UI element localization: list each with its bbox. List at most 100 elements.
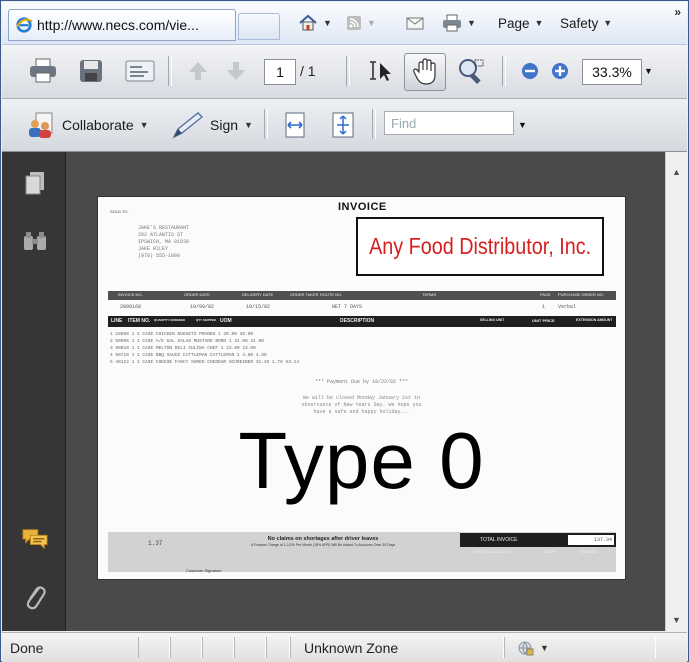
header-label: PURCHASE ORDER NO. xyxy=(558,292,605,297)
attachments-search-button[interactable] xyxy=(22,228,48,254)
comments-icon xyxy=(22,529,48,550)
fit-page-button[interactable] xyxy=(330,111,356,139)
scroll-down-icon[interactable]: ▼ xyxy=(669,612,684,627)
vertical-scrollbar[interactable]: ▲ ▼ xyxy=(665,152,688,631)
column-header: DESCRIPTION xyxy=(340,318,375,324)
shortage-notice: No claims on shortages after driver leav… xyxy=(267,536,379,542)
fit-width-icon xyxy=(285,112,305,138)
invoice-title: INVOICE xyxy=(338,201,387,213)
payment-due: *** Payment Due by 10/22/02 *** xyxy=(314,379,408,385)
zoom-level-input[interactable]: 33.3% xyxy=(582,59,642,85)
find-dropdown-arrow-icon[interactable]: ▼ xyxy=(518,120,527,130)
page-number: 1 xyxy=(542,304,546,310)
column-header: ITEM NO. xyxy=(128,318,151,324)
finance-charge-notice: A Finance Charge of 1-1/2% Per Month (18… xyxy=(250,543,396,547)
hand-tool-button[interactable] xyxy=(404,53,446,91)
page-number-input[interactable]: 1 xyxy=(264,59,296,85)
marquee-zoom-button[interactable] xyxy=(456,57,486,85)
safety-menu[interactable]: Safety ▼ xyxy=(560,12,612,34)
reader-toolbar-main: 1 / 1 33.3% ▼ xyxy=(2,45,687,99)
browser-tab[interactable]: http://www.necs.com/vie... xyxy=(8,9,236,41)
reader-toolbar-tasks: Collaborate ▼ Sign ▼ Find ▼ xyxy=(2,99,687,152)
ie-logo-icon xyxy=(16,17,33,33)
chevron-down-icon: ▼ xyxy=(367,18,376,28)
status-cell xyxy=(266,637,290,658)
toolbar-overflow-icon[interactable]: » xyxy=(674,5,681,19)
status-bar: Done Unknown Zone ▼ xyxy=(2,632,687,662)
print-button[interactable] xyxy=(28,57,58,85)
status-cell xyxy=(234,637,266,658)
zoom-in-button[interactable] xyxy=(550,61,570,81)
line-item: 3 90010 1 1 CASE MELTON DELI CULINA CHEF… xyxy=(110,346,256,351)
feeds-button[interactable]: ▼ xyxy=(346,12,376,34)
column-header: QUANTITY ORDERED xyxy=(154,318,186,322)
attachments-panel-button[interactable] xyxy=(22,584,48,610)
floppy-disk-icon xyxy=(80,60,102,82)
feed-icon xyxy=(347,16,361,30)
column-header: SELLING UNIT xyxy=(480,318,505,322)
sign-button[interactable]: Sign ▼ xyxy=(172,112,253,139)
previous-page-button[interactable] xyxy=(186,59,210,83)
paid-on-account-label: PAID ON ACCOUNT xyxy=(474,549,511,554)
column-header: EXTENSION AMOUNT xyxy=(576,318,613,322)
toolbar-separator xyxy=(502,56,506,86)
paperclip-icon xyxy=(26,586,46,610)
pages-icon xyxy=(25,172,44,195)
new-tab-button[interactable] xyxy=(238,13,280,40)
select-tool-button[interactable] xyxy=(366,57,396,85)
column-header: UOM xyxy=(220,318,232,324)
document-viewport[interactable]: INVOICE SOLD TO: JAKE'S RESTAURANT 292 A… xyxy=(66,152,665,631)
zoom-dropdown-arrow-icon[interactable]: ▼ xyxy=(644,66,653,76)
browser-window: http://www.necs.com/vie... ▼ ▼ ▼ Page ▼ … xyxy=(0,0,689,662)
comments-panel-button[interactable] xyxy=(22,526,48,552)
line-item: 5 40122 1 1 CASE CHEESE FANCY SHRED CHED… xyxy=(110,360,300,365)
pages-button[interactable] xyxy=(124,57,156,85)
fit-width-button[interactable] xyxy=(282,111,308,139)
home-icon xyxy=(299,14,317,31)
type-watermark: Type 0 xyxy=(238,416,485,505)
status-cell xyxy=(170,637,202,658)
zoom-magnifier-icon xyxy=(459,59,484,84)
header-label: INVOICE NO. xyxy=(118,292,143,297)
home-button[interactable]: ▼ xyxy=(298,12,332,34)
text-cursor-arrow-icon xyxy=(370,61,391,81)
find-input[interactable]: Find xyxy=(384,111,514,135)
print-button[interactable]: ▼ xyxy=(442,12,476,34)
document-window-icon xyxy=(125,60,155,82)
chevron-down-icon: ▼ xyxy=(139,120,149,130)
column-header: QTY SHIPPED xyxy=(196,318,217,322)
line-item: 2 50006 1 1 CASE A/E GAL SALAD MUSTARD B… xyxy=(110,339,264,344)
total-invoice-label: TOTAL INVOICE xyxy=(480,537,518,543)
protected-mode-button[interactable]: ▼ xyxy=(518,640,549,656)
chevron-down-icon: ▼ xyxy=(244,120,253,130)
collaborate-button[interactable]: Collaborate ▼ xyxy=(26,112,149,138)
purchase-order-number: Verbal xyxy=(558,304,577,310)
status-cell xyxy=(202,637,234,658)
terms: NET 7 DAYS xyxy=(332,304,363,310)
header-label: ROUTE NO. xyxy=(320,292,343,297)
zoom-out-button[interactable] xyxy=(520,61,540,81)
toolbar-separator xyxy=(372,109,376,139)
collaborate-icon xyxy=(29,112,53,138)
save-button[interactable] xyxy=(78,57,104,85)
header-label: TERMS xyxy=(422,292,436,297)
read-mail-button[interactable] xyxy=(406,12,424,34)
tab-url: http://www.necs.com/vie... xyxy=(37,17,199,33)
chevron-down-icon: ▼ xyxy=(603,18,613,28)
delivery-date: 10/15/02 xyxy=(246,304,271,310)
scroll-up-icon[interactable]: ▲ xyxy=(669,164,684,179)
header-label: PAGE xyxy=(540,292,551,297)
holiday-notice: We will be closed Monday January 1st in … xyxy=(301,395,422,415)
minus-circle-icon xyxy=(522,63,538,79)
pages-panel-button[interactable] xyxy=(22,170,48,196)
invoice-number: 2000160 xyxy=(120,304,142,310)
fit-page-icon xyxy=(332,112,354,138)
header-label: ORDER TAKER xyxy=(290,292,319,297)
line-item: 1 10690 1 1 CASE CHICKEN NUGGETS PRANDO … xyxy=(110,332,254,337)
printer-icon xyxy=(30,58,56,83)
signature-label: Customer Signature xyxy=(186,568,222,573)
order-date: 10/09/02 xyxy=(190,304,215,310)
page-menu[interactable]: Page ▼ xyxy=(498,12,543,34)
next-page-button[interactable] xyxy=(224,59,248,83)
sign-label: Sign xyxy=(210,117,239,133)
